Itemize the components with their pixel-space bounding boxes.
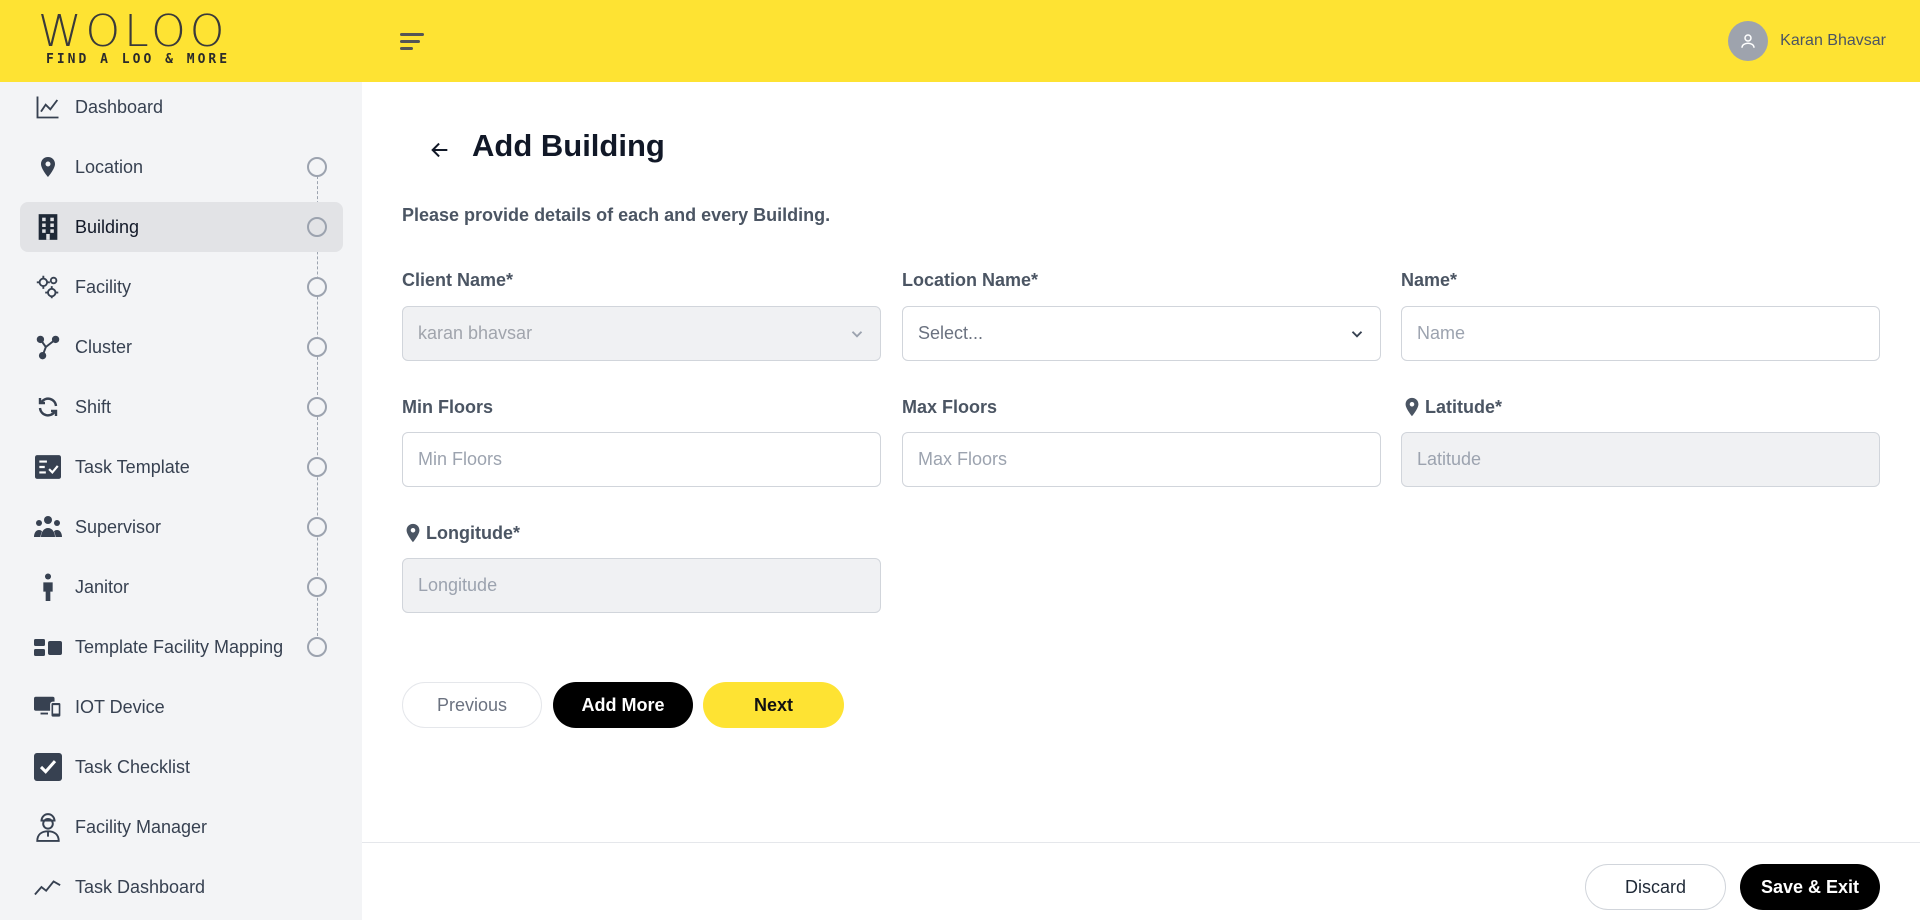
latitude-label: Latitude* <box>1425 396 1503 417</box>
step-indicator <box>307 637 327 657</box>
sidebar-item-facility[interactable]: Facility <box>20 262 343 312</box>
menu-toggle-icon[interactable] <box>400 30 426 52</box>
main-content: Add Building Please provide details of e… <box>362 82 1920 920</box>
sidebar-item-label: Task Dashboard <box>75 876 206 897</box>
logo-tagline: FIND A LOO & MORE <box>46 52 231 67</box>
longitude-label: Longitude* <box>426 522 520 543</box>
sidebar-item-label: Task Template <box>75 456 190 477</box>
devices-icon <box>34 693 62 721</box>
sidebar-item-shift[interactable]: Shift <box>20 382 343 432</box>
step-indicator <box>307 217 327 237</box>
sidebar-item-facility-manager[interactable]: Facility Manager <box>20 802 343 852</box>
location-name-label: Location Name* <box>902 270 1039 290</box>
page-title: Add Building <box>472 128 665 163</box>
max-floors-field[interactable] <box>902 432 1381 487</box>
chevron-down-icon <box>1351 331 1363 338</box>
building-icon <box>34 213 62 241</box>
trend-icon <box>34 873 62 901</box>
longitude-field[interactable] <box>402 558 881 613</box>
user-name[interactable]: Karan Bhavsar <box>1780 32 1886 50</box>
step-indicator <box>307 397 327 417</box>
sidebar-item-label: Facility Manager <box>75 816 208 837</box>
chevron-down-icon <box>851 331 863 338</box>
mapping-icon <box>34 633 62 661</box>
form-footer: Discard Save & Exit <box>362 842 1920 920</box>
avatar[interactable] <box>1728 21 1769 61</box>
step-indicator <box>307 457 327 477</box>
logo-wordmark: WOLOO <box>38 6 229 57</box>
max-floors-label: Max Floors <box>902 397 998 417</box>
check-square-icon <box>34 753 62 781</box>
next-button[interactable]: Next <box>703 682 844 728</box>
map-pin-icon <box>1405 397 1419 417</box>
users-icon <box>34 513 62 541</box>
manager-icon <box>34 813 62 842</box>
step-indicator <box>307 277 327 297</box>
sidebar-item-label: Cluster <box>75 336 133 357</box>
sidebar-item-label: Supervisor <box>75 516 162 537</box>
map-pin-icon <box>34 153 62 181</box>
refresh-icon <box>34 393 62 421</box>
add-more-button[interactable]: Add More <box>553 682 693 728</box>
user-icon <box>1741 34 1755 48</box>
gears-icon <box>34 273 62 301</box>
sidebar-item-template-facility-mapping[interactable]: Template Facility Mapping <box>20 622 343 672</box>
sidebar-item-janitor[interactable]: Janitor <box>20 562 343 612</box>
woloo-logo[interactable]: WOLOO FIND A LOO & MORE <box>38 6 248 70</box>
cluster-icon <box>34 333 62 361</box>
latitude-label-row: Latitude* <box>1401 394 1502 420</box>
step-indicator <box>307 337 327 357</box>
sidebar-item-label: Shift <box>75 396 112 417</box>
sidebar-item-label: Janitor <box>75 576 130 597</box>
discard-button[interactable]: Discard <box>1585 864 1726 910</box>
step-indicator <box>307 517 327 537</box>
sidebar-item-iot-device[interactable]: IOT Device <box>20 682 343 732</box>
min-floors-field[interactable] <box>402 432 881 487</box>
arrow-left-icon <box>431 142 448 158</box>
sidebar-item-label: Facility <box>75 276 132 297</box>
step-indicator <box>307 157 327 177</box>
sidebar-item-label: Location <box>75 156 144 177</box>
save-exit-button[interactable]: Save & Exit <box>1740 864 1880 910</box>
sidebar-item-supervisor[interactable]: Supervisor <box>20 502 343 552</box>
previous-button[interactable]: Previous <box>402 682 542 728</box>
client-name-label: Client Name* <box>402 270 514 290</box>
sidebar-item-label: Template Facility Mapping <box>75 636 284 657</box>
page-subtitle: Please provide details of each and every… <box>402 205 831 225</box>
user-menu[interactable]: Karan Bhavsar <box>1728 20 1886 62</box>
latitude-field[interactable] <box>1401 432 1880 487</box>
sidebar-item-label: IOT Device <box>75 696 165 717</box>
sidebar-item-label: Task Checklist <box>75 756 191 777</box>
back-button[interactable] <box>424 134 456 166</box>
min-floors-label: Min Floors <box>402 397 493 417</box>
sidebar-item-cluster[interactable]: Cluster <box>20 322 343 372</box>
client-name-select[interactable]: karan bhavsar <box>402 306 881 361</box>
person-icon <box>34 573 62 601</box>
location-name-select[interactable]: Select... <box>902 306 1381 361</box>
client-name-value: karan bhavsar <box>418 323 533 343</box>
name-label: Name* <box>1401 270 1458 290</box>
step-indicator <box>307 577 327 597</box>
sidebar-item-task-checklist[interactable]: Task Checklist <box>20 742 343 792</box>
line-chart-icon <box>34 93 62 121</box>
sidebar-item-location[interactable]: Location <box>20 142 343 192</box>
top-header: WOLOO FIND A LOO & MORE Karan Bhavsar <box>0 0 1920 82</box>
longitude-label-row: Longitude* <box>402 520 520 546</box>
checklist-icon <box>34 453 62 481</box>
sidebar-item-task-template[interactable]: Task Template <box>20 442 343 492</box>
sidebar-item-label: Dashboard <box>75 96 164 117</box>
location-name-value: Select... <box>918 323 984 343</box>
sidebar-item-label: Building <box>75 216 140 237</box>
sidebar-item-building[interactable]: Building <box>20 202 343 252</box>
sidebar-item-task-dashboard[interactable]: Task Dashboard <box>20 862 343 912</box>
sidebar: Dashboard Location Building Facility Clu… <box>0 82 362 920</box>
map-pin-icon <box>406 523 420 543</box>
sidebar-item-dashboard[interactable]: Dashboard <box>20 82 343 132</box>
name-field[interactable] <box>1401 306 1880 361</box>
